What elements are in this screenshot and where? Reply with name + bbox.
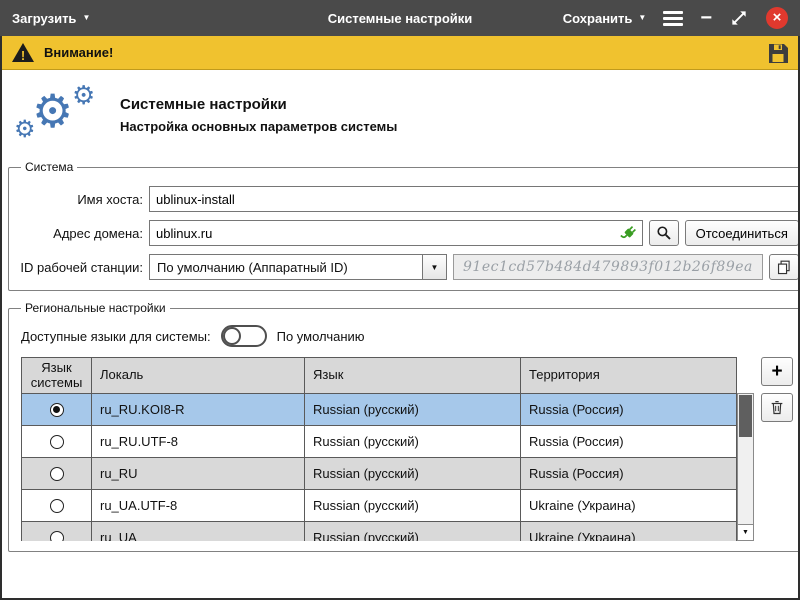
cell-locale: ru_UA.UTF-8 <box>92 490 305 522</box>
locale-radio[interactable] <box>50 467 64 481</box>
chevron-down-icon: ▼ <box>422 255 446 279</box>
cell-territory: Russia (Россия) <box>521 394 737 426</box>
system-group-legend: Система <box>21 160 77 174</box>
header-locale: Локаль <box>92 358 305 394</box>
table-row[interactable]: ru_RU.UTF-8 Russian (русский) Russia (Ро… <box>22 426 737 458</box>
header-territory: Территория <box>521 358 737 394</box>
regional-group: Региональные настройки Доступные языки д… <box>8 301 798 552</box>
regional-group-legend: Региональные настройки <box>21 301 170 315</box>
default-label: По умолчанию <box>277 329 365 344</box>
cell-locale: ru_RU.KOI8-R <box>92 394 305 426</box>
cell-language: Russian (русский) <box>305 426 521 458</box>
load-menu-button[interactable]: Загрузить ▼ <box>12 11 90 26</box>
warning-text: Внимание! <box>44 45 113 60</box>
table-row[interactable]: ru_UA Russian (русский) Ukraine (Украина… <box>22 522 737 542</box>
locale-radio[interactable] <box>50 499 64 513</box>
locale-radio[interactable] <box>50 435 64 449</box>
table-header-row: Язык системы Локаль Язык Территория <box>22 358 737 394</box>
page-header: ⚙ ⚙ ⚙ Системные настройки Настройка осно… <box>8 74 792 160</box>
hamburger-menu-icon[interactable] <box>663 9 683 28</box>
chevron-down-icon: ▼ <box>638 14 646 22</box>
warning-icon: ! <box>10 41 36 65</box>
scroll-down-button[interactable]: ▼ <box>738 524 753 540</box>
cell-territory: Russia (Россия) <box>521 426 737 458</box>
chevron-down-icon: ▼ <box>82 14 90 22</box>
copy-id-button[interactable] <box>769 254 798 280</box>
station-id-select[interactable]: По умолчанию (Аппаратный ID) ▼ <box>149 254 447 280</box>
app-window: Загрузить ▼ Системные настройки Сохранит… <box>0 0 800 600</box>
main-content: ⚙ ⚙ ⚙ Системные настройки Настройка осно… <box>2 70 798 598</box>
hostname-label: Имя хоста: <box>17 192 143 207</box>
cell-language: Russian (русский) <box>305 490 521 522</box>
warning-bar: ! Внимание! <box>2 36 798 70</box>
cell-language: Russian (русский) <box>305 522 521 542</box>
expand-arrows-icon <box>729 8 749 28</box>
page-title: Системные настройки <box>120 96 397 113</box>
locale-radio[interactable] <box>50 403 64 417</box>
save-menu-label: Сохранить <box>563 11 633 26</box>
cell-language: Russian (русский) <box>305 458 521 490</box>
cell-locale: ru_RU <box>92 458 305 490</box>
trash-icon <box>769 399 785 416</box>
save-menu-button[interactable]: Сохранить ▼ <box>563 11 647 26</box>
search-domain-button[interactable] <box>649 220 679 246</box>
locale-table-viewport: Язык системы Локаль Язык Территория ru_R… <box>21 357 737 541</box>
table-row[interactable]: ru_RU.KOI8-R Russian (русский) Russia (Р… <box>22 394 737 426</box>
copy-icon <box>776 259 792 275</box>
hostname-input[interactable] <box>149 186 798 212</box>
table-row[interactable]: ru_RU Russian (русский) Russia (Россия) <box>22 458 737 490</box>
available-languages-row: Доступные языки для системы: По умолчани… <box>17 325 793 347</box>
station-id-row: ID рабочей станции: По умолчанию (Аппара… <box>17 254 798 280</box>
header-system-language: Язык системы <box>22 358 92 394</box>
hostname-row: Имя хоста: <box>17 186 798 212</box>
locale-radio[interactable] <box>50 531 64 542</box>
minimize-button[interactable]: − <box>700 8 712 28</box>
domain-label: Адрес домена: <box>17 226 143 241</box>
station-id-label: ID рабочей станции: <box>17 260 143 275</box>
available-languages-label: Доступные языки для системы: <box>21 329 211 344</box>
cell-territory: Ukraine (Украина) <box>521 522 737 542</box>
titlebar: Загрузить ▼ Системные настройки Сохранит… <box>0 0 800 36</box>
scrollbar-thumb[interactable] <box>739 395 752 437</box>
cell-territory: Ukraine (Украина) <box>521 490 737 522</box>
gears-icon: ⚙ ⚙ ⚙ <box>12 84 104 146</box>
save-file-button[interactable] <box>766 41 790 65</box>
languages-toggle[interactable] <box>221 325 267 347</box>
page-subtitle: Настройка основных параметров системы <box>120 119 397 134</box>
close-button[interactable]: × <box>766 7 788 29</box>
toggle-knob <box>223 327 241 345</box>
floppy-disk-icon <box>766 41 790 65</box>
maximize-button[interactable] <box>729 8 749 28</box>
locale-table-body: ru_RU.KOI8-R Russian (русский) Russia (Р… <box>22 394 737 542</box>
window-frame: ! Внимание! ⚙ ⚙ ⚙ <box>0 36 800 600</box>
table-row[interactable]: ru_UA.UTF-8 Russian (русский) Ukraine (У… <box>22 490 737 522</box>
cell-language: Russian (русский) <box>305 394 521 426</box>
station-id-value: 91ec1cd57b484d479893f012b26f89ea <box>453 254 763 280</box>
table-side-buttons: + <box>761 357 793 422</box>
table-scrollbar: ▼ <box>737 357 754 541</box>
header-language: Язык <box>305 358 521 394</box>
svg-text:!: ! <box>21 48 25 63</box>
add-locale-button[interactable]: + <box>761 357 793 386</box>
cell-locale: ru_UA <box>92 522 305 542</box>
disconnect-button[interactable]: Отсоединиться <box>685 220 798 246</box>
cell-territory: Russia (Россия) <box>521 458 737 490</box>
system-group: Система Имя хоста: Адрес домена: <box>8 160 798 291</box>
delete-locale-button[interactable] <box>761 393 793 422</box>
scrollbar-track[interactable]: ▼ <box>737 393 754 541</box>
station-id-selected-option: По умолчанию (Аппаратный ID) <box>150 260 422 275</box>
locale-table: Язык системы Локаль Язык Территория ru_R… <box>21 357 737 541</box>
locale-table-area: Язык системы Локаль Язык Территория ru_R… <box>17 357 793 541</box>
domain-input[interactable] <box>149 220 643 246</box>
load-menu-label: Загрузить <box>12 11 76 26</box>
search-icon <box>656 225 672 241</box>
cell-locale: ru_RU.UTF-8 <box>92 426 305 458</box>
domain-row: Адрес домена: <box>17 220 798 246</box>
